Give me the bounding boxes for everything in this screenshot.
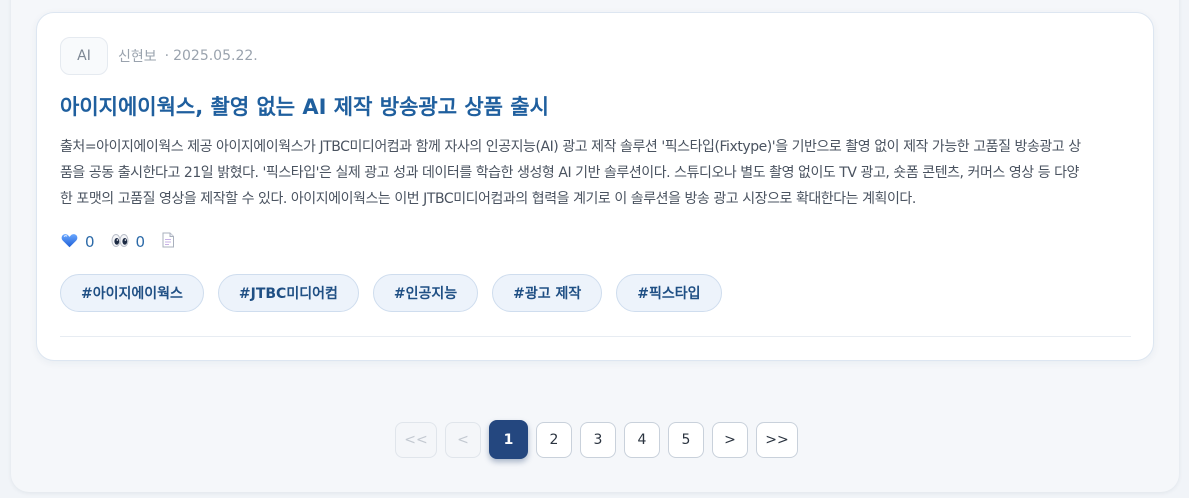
author-name: 신현보 bbox=[118, 49, 157, 65]
post-summary: 출처=아이지에이웍스 제공 아이지에이웍스가 JTBC미디어컴과 함께 자사의 … bbox=[60, 139, 1081, 207]
tag-list: #아이지에이웍스 #JTBC미디어컴 #인공지능 #광고 제작 #픽스타입 bbox=[60, 274, 736, 312]
doc-stat[interactable] bbox=[161, 232, 175, 252]
view-stat[interactable]: 0 bbox=[111, 233, 146, 252]
like-stat[interactable]: 0 bbox=[61, 233, 95, 252]
post-stats: 0 0 bbox=[61, 231, 191, 253]
view-count: 0 bbox=[135, 233, 146, 251]
post-title[interactable]: 아이지에이웍스, 촬영 없는 AI 제작 방송광고 상품 출시 bbox=[60, 91, 549, 121]
tag-chip[interactable]: #아이지에이웍스 bbox=[60, 274, 204, 312]
document-icon bbox=[161, 232, 175, 252]
page-button-1[interactable]: 1 bbox=[489, 420, 528, 459]
post-card[interactable]: AI 신현보 · 2025.05.22. 아이지에이웍스, 촬영 없는 AI 제… bbox=[36, 12, 1154, 361]
meta-separator: · bbox=[164, 48, 170, 64]
category-badge[interactable]: AI bbox=[60, 37, 108, 75]
blue-heart-icon bbox=[61, 233, 78, 252]
next-page-button[interactable]: > bbox=[712, 421, 748, 458]
tag-chip[interactable]: #인공지능 bbox=[372, 274, 479, 312]
page-button-2[interactable]: 2 bbox=[536, 421, 572, 458]
tag-chip[interactable]: #JTBC미디어컴 bbox=[217, 274, 359, 312]
eyes-icon bbox=[111, 233, 129, 252]
post-date: 2025.05.22. bbox=[173, 48, 258, 64]
last-page-button[interactable]: >> bbox=[756, 421, 798, 458]
page-button-4[interactable]: 4 bbox=[624, 421, 660, 458]
pagination: << < 1 2 3 4 5 > >> bbox=[395, 420, 806, 459]
page-button-5[interactable]: 5 bbox=[668, 421, 704, 458]
like-count: 0 bbox=[85, 233, 95, 251]
prev-page-button[interactable]: < bbox=[445, 421, 481, 458]
page-button-3[interactable]: 3 bbox=[580, 421, 616, 458]
tag-chip[interactable]: #픽스타입 bbox=[616, 274, 722, 312]
tag-chip[interactable]: #광고 제작 bbox=[492, 274, 603, 312]
post-meta: AI 신현보 · 2025.05.22. bbox=[60, 37, 258, 75]
first-page-button[interactable]: << bbox=[395, 421, 437, 458]
card-divider bbox=[60, 336, 1131, 337]
